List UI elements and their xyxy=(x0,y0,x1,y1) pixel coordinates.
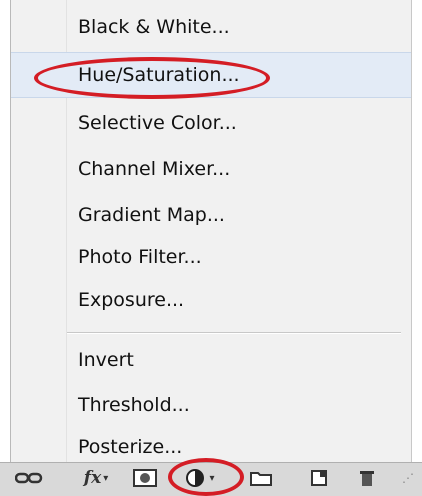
menu-item-label: Hue/Saturation... xyxy=(78,64,240,86)
menu-item-label: Selective Color... xyxy=(78,112,237,134)
mask-icon[interactable] xyxy=(130,467,160,489)
adjustment-layer-icon[interactable]: ▾ xyxy=(180,467,220,489)
menu-item-hue-saturation[interactable]: Hue/Saturation... xyxy=(11,52,411,98)
resize-grip-icon[interactable]: ⋰ xyxy=(398,467,418,489)
menu-item-label: Exposure... xyxy=(78,289,185,311)
fx-icon[interactable]: fx ▾ xyxy=(76,467,116,489)
menu-separator xyxy=(67,332,401,334)
trash-icon[interactable] xyxy=(352,467,382,489)
link-icon[interactable] xyxy=(14,467,44,489)
menu-item-gradient-map[interactable]: Gradient Map... xyxy=(11,192,411,238)
menu-item-label: Photo Filter... xyxy=(78,246,202,268)
new-layer-icon[interactable] xyxy=(304,467,334,489)
menu-item-photo-filter[interactable]: Photo Filter... xyxy=(11,234,411,280)
chevron-down-icon: ▾ xyxy=(209,472,215,484)
menu-item-label: Gradient Map... xyxy=(78,204,225,226)
menu-item-invert[interactable]: Invert xyxy=(11,337,411,383)
menu-item-label: Invert xyxy=(78,349,134,371)
chevron-down-icon: ▾ xyxy=(103,472,109,484)
menu-item-label: Posterize... xyxy=(78,436,183,458)
layers-panel-toolbar: fx ▾ ▾ ⋰ xyxy=(0,462,422,496)
menu-item-exposure[interactable]: Exposure... xyxy=(11,277,411,323)
menu-item-label: Black & White... xyxy=(78,16,230,38)
menu-item-black-white[interactable]: Black & White... xyxy=(11,4,411,50)
menu-item-selective-color[interactable]: Selective Color... xyxy=(11,100,411,146)
menu-item-channel-mixer[interactable]: Channel Mixer... xyxy=(11,146,411,192)
menu-item-label: Channel Mixer... xyxy=(78,158,231,180)
menu-item-threshold[interactable]: Threshold... xyxy=(11,382,411,428)
fx-label: fx xyxy=(83,468,102,488)
adjustment-menu: Black & White... Hue/Saturation... Selec… xyxy=(10,0,412,462)
menu-item-label: Threshold... xyxy=(78,394,190,416)
group-folder-icon[interactable] xyxy=(246,467,276,489)
